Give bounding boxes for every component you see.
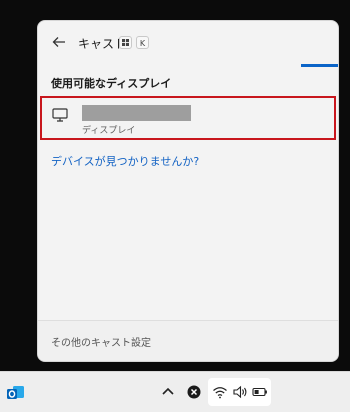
device-name-redacted xyxy=(82,105,191,121)
display-device-item[interactable]: ディスプレイ xyxy=(40,96,336,140)
device-not-found-link[interactable]: デバイスが見つかりませんか? xyxy=(51,153,199,169)
monitor-icon xyxy=(52,108,68,122)
cast-flyout: キャスト K 使用可能なディスプレイ ディスプレイ デバイスが見つかりませんか?… xyxy=(37,20,339,362)
windows-logo-icon xyxy=(122,39,129,46)
available-displays-heading: 使用可能なディスプレイ xyxy=(51,77,172,90)
wifi-icon xyxy=(213,387,227,399)
taskbar xyxy=(0,371,350,412)
windows-key-badge xyxy=(119,36,132,49)
more-cast-settings-link[interactable]: その他のキャスト設定 xyxy=(51,334,151,349)
back-arrow-icon[interactable] xyxy=(50,33,68,51)
device-type-label: ディスプレイ xyxy=(82,126,136,136)
speaker-icon xyxy=(233,385,247,399)
accent-scroll-indicator xyxy=(301,64,338,67)
flyout-footer: その他のキャスト設定 xyxy=(38,320,338,361)
outlook-icon[interactable] xyxy=(7,385,25,401)
system-tray-quick-settings[interactable] xyxy=(208,378,271,406)
battery-icon xyxy=(252,387,267,397)
k-key-badge: K xyxy=(136,36,149,49)
flyout-header: キャスト K xyxy=(38,21,338,67)
close-circle-icon[interactable] xyxy=(186,385,202,399)
chevron-up-icon[interactable] xyxy=(160,385,176,399)
